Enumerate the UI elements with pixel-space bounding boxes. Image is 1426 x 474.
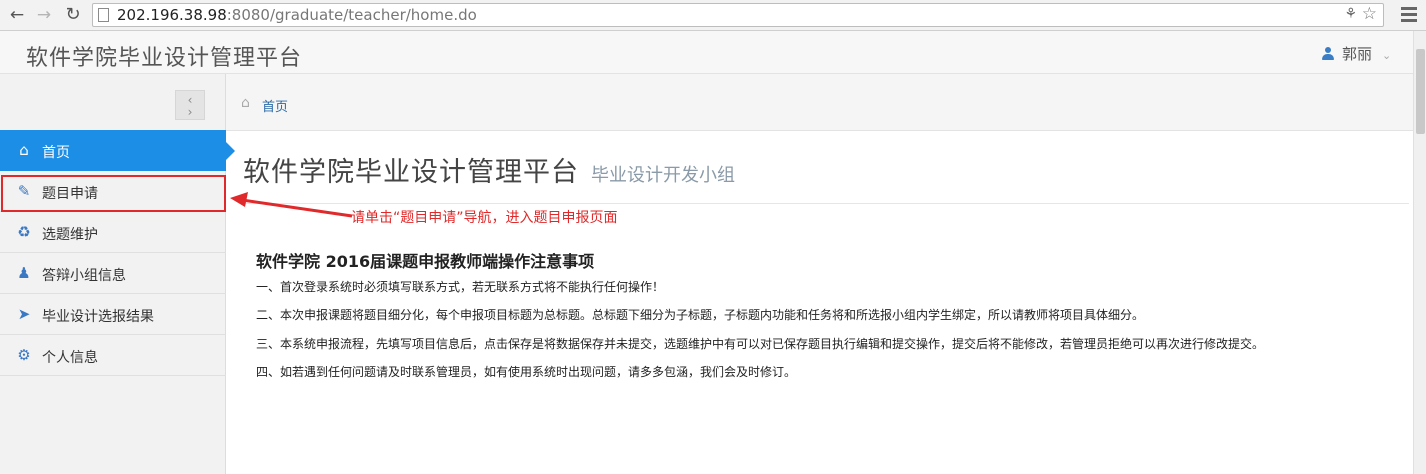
reload-icon[interactable]: ↻ [62,4,84,26]
back-arrow-icon[interactable]: ← [6,4,28,26]
sidebar-item-personal-info[interactable]: ⚙ 个人信息 [0,335,226,376]
user-icon [1322,47,1334,60]
page-subtitle: 毕业设计开发小组 [591,165,735,186]
user-menu[interactable]: 郭丽 ⌄ [1322,43,1391,64]
gear-icon: ⚙ [17,346,31,364]
sidebar-collapse-button[interactable]: ‹ › [175,90,205,120]
page-title: 软件学院毕业设计管理平台 毕业设计开发小组 [243,150,735,189]
notice-line: 四、如若遇到任何问题请及时联系管理员，如有使用系统时出现问题，请多多包涵，我们会… [256,365,797,379]
sidebar-item-label: 首页 [42,145,70,161]
users-icon: ♟ [17,264,31,282]
maintain-icon: ♻ [17,223,31,241]
sidebar-item-defense-group[interactable]: ♟ 答辩小组信息 [0,253,226,294]
notice-line: 二、本次申报课题将题目细分化，每个申报项目标题为总标题。总标题下细分为子标题，子… [256,308,1145,322]
title-divider [243,203,1409,204]
breadcrumb: ⌂ 首页 [226,74,1413,131]
user-name: 郭丽 [1342,45,1373,63]
home-icon: ⌂ [19,141,29,159]
sidebar-item-selection-results[interactable]: ➤ 毕业设计选报结果 [0,294,226,335]
page-scrollbar[interactable] [1413,31,1426,474]
active-nav-pointer [226,142,235,160]
pointer-icon: ➤ [17,305,31,323]
annotation-arrow [230,192,353,218]
annotation-text: 请单击“题目申请”导航，进入题目申报页面 [351,210,618,226]
notice-line: 三、本系统申报流程，先填写项目信息后，点击保存是将数据保存并未提交，选题维护中有… [256,337,1265,351]
breadcrumb-home-link[interactable]: 首页 [262,96,288,115]
sidebar-item-label: 答辩小组信息 [42,268,126,284]
page-icon [98,8,109,22]
sidebar-item-label: 毕业设计选报结果 [42,309,154,325]
home-icon: ⌂ [241,95,250,111]
notice-heading: 软件学院 2016届课题申报教师端操作注意事项 [256,252,595,271]
scrollbar-thumb[interactable] [1416,49,1425,134]
url-text[interactable]: 202.196.38.98:8080/graduate/teacher/home… [117,6,477,24]
url-path: :8080/graduate/teacher/home.do [226,6,477,24]
sidebar-item-topic-maintenance[interactable]: ♻ 选题维护 [0,212,226,253]
browser-toolbar: ← → ↻ 202.196.38.98:8080/graduate/teache… [0,0,1426,31]
url-host: 202.196.38.98 [117,6,227,24]
brand-title[interactable]: 软件学院毕业设计管理平台 [26,40,302,72]
annotation-highlight-box [1,175,226,212]
bookmark-star-icon[interactable]: ☆ [1362,4,1377,24]
app-header: 软件学院毕业设计管理平台 郭丽 ⌄ [0,31,1426,74]
key-icon[interactable]: ⚘ [1344,6,1357,22]
sidebar: ‹ › ⌂ 首页 ✎ 题目申请 ♻ 选题维护 ♟ 答辩小组信息 ➤ 毕业设计选报结… [0,74,226,474]
forward-arrow-icon[interactable]: → [33,4,55,26]
sidebar-item-label: 选题维护 [42,227,98,243]
chevron-down-icon: ⌄ [1382,49,1392,62]
browser-menu-icon[interactable] [1398,5,1420,25]
address-bar[interactable]: 202.196.38.98:8080/graduate/teacher/home… [92,3,1384,27]
sidebar-item-label: 个人信息 [42,350,98,366]
notice-line: 一、首次登录系统时必须填写联系方式，若无联系方式将不能执行任何操作！ [256,280,665,294]
sidebar-item-home[interactable]: ⌂ 首页 [0,130,226,171]
page-title-text: 软件学院毕业设计管理平台 [243,157,579,188]
